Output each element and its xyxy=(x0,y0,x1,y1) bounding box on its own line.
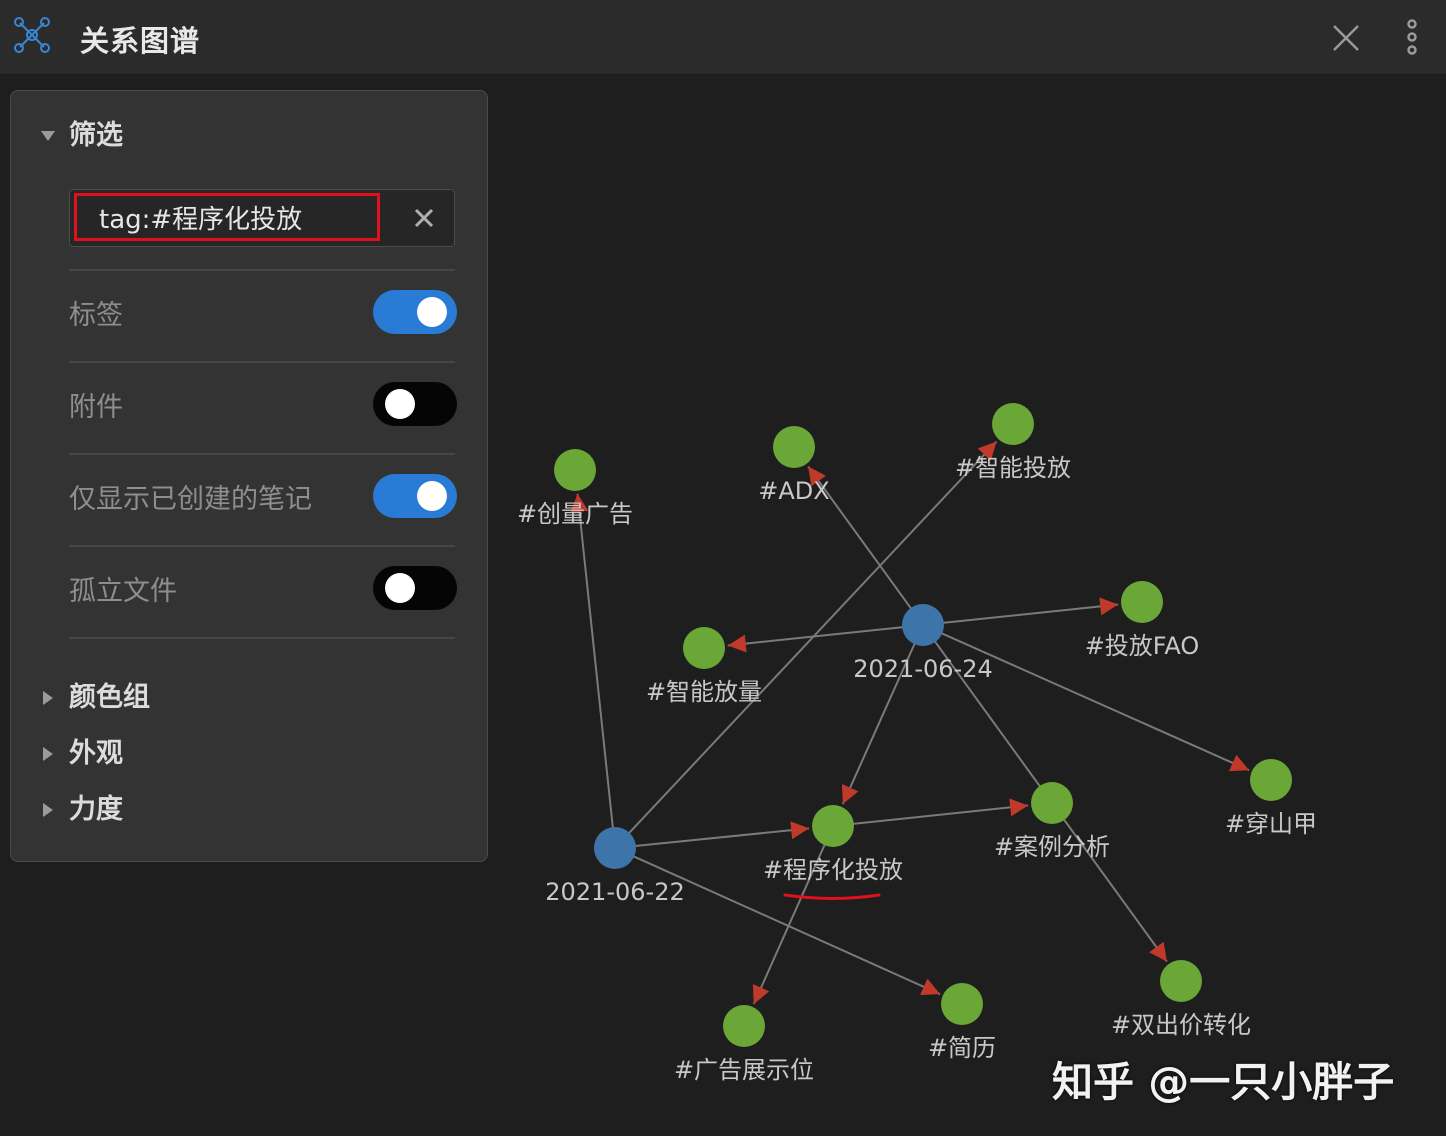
divider xyxy=(69,545,455,547)
title-bar: 关系图谱 xyxy=(0,0,1446,75)
more-vertical-icon[interactable] xyxy=(1398,16,1426,58)
graph-node-t_csj[interactable] xyxy=(1250,759,1292,801)
graph-node-t_znfl[interactable] xyxy=(683,627,725,669)
expand-arrow-icon xyxy=(43,691,53,705)
option-label-attachments: 附件 xyxy=(69,392,123,423)
graph-node-label: #创量广告 xyxy=(517,500,633,528)
graph-node-t_jl[interactable] xyxy=(941,983,983,1025)
graph-node-label: #ADX xyxy=(758,477,829,505)
toggle-orphans[interactable] xyxy=(373,566,457,610)
search-box xyxy=(69,189,455,247)
toggle-attachments[interactable] xyxy=(373,382,457,426)
graph-node-t_ggzsw[interactable] xyxy=(723,1005,765,1047)
graph-node-t_cxhtf[interactable] xyxy=(812,805,854,847)
graph-edge xyxy=(852,798,1029,825)
graph-node-label: #广告展示位 xyxy=(674,1056,814,1084)
graph-node-label: #投放FAO xyxy=(1085,632,1200,660)
clear-x-icon[interactable] xyxy=(410,204,438,232)
filter-section-label: 筛选 xyxy=(69,120,123,151)
collapse-arrow-icon xyxy=(41,131,55,141)
filter-search-input[interactable] xyxy=(74,193,380,241)
option-label-orphans: 孤立文件 xyxy=(69,576,177,607)
divider xyxy=(69,361,455,363)
graph-node-t_zntf[interactable] xyxy=(992,403,1034,445)
close-icon[interactable] xyxy=(1328,20,1364,56)
graph-edge xyxy=(942,597,1119,624)
graph-node-t_cyggg[interactable] xyxy=(554,449,596,491)
graph-node-t_alfx[interactable] xyxy=(1031,782,1073,824)
graph-network-icon xyxy=(14,17,50,53)
graph-node-label: #智能投放 xyxy=(955,454,1071,482)
option-label-tags: 标签 xyxy=(69,300,123,331)
option-label-existing-notes: 仅显示已创建的笔记 xyxy=(69,484,312,515)
filter-panel: 筛选 标签 附件 仅显示已创建的笔记 孤立文件 颜色组 外观 力度 xyxy=(10,90,488,862)
graph-node-label: #简历 xyxy=(928,1034,996,1062)
graph-edge xyxy=(634,821,810,847)
expand-arrow-icon xyxy=(43,803,53,817)
watermark: 知乎 @一只小胖子 xyxy=(1052,1058,1395,1106)
toggle-existing-notes[interactable] xyxy=(373,474,457,518)
graph-node-n0624[interactable] xyxy=(902,604,944,646)
graph-node-label: #程序化投放 xyxy=(763,856,903,884)
graph-node-t_sczh[interactable] xyxy=(1160,960,1202,1002)
toggle-knob xyxy=(385,573,415,603)
divider xyxy=(69,453,455,455)
expand-arrow-icon xyxy=(43,747,53,761)
graph-edge xyxy=(570,493,614,829)
toggle-knob xyxy=(417,481,447,511)
graph-node-label: #智能放量 xyxy=(646,678,762,706)
section-label: 外观 xyxy=(69,738,123,769)
divider xyxy=(69,637,455,639)
graph-node-t_adx[interactable] xyxy=(773,426,815,468)
section-label: 颜色组 xyxy=(69,682,150,713)
graph-node-label: 2021-06-24 xyxy=(853,655,992,683)
graph-node-label: 2021-06-22 xyxy=(545,878,684,906)
window-title: 关系图谱 xyxy=(80,24,201,58)
graph-node-label: #双出价转化 xyxy=(1111,1011,1251,1039)
toggle-knob xyxy=(385,389,415,419)
graph-edge xyxy=(727,626,904,653)
graph-node-n0622[interactable] xyxy=(594,827,636,869)
section-label: 力度 xyxy=(69,794,123,825)
highlight-underline xyxy=(783,893,881,900)
graph-node-label: #穿山甲 xyxy=(1225,810,1317,838)
divider xyxy=(69,269,455,271)
graph-node-label: #案例分析 xyxy=(994,833,1110,861)
graph-node-t_tffao[interactable] xyxy=(1121,581,1163,623)
toggle-knob xyxy=(417,297,447,327)
toggle-tags[interactable] xyxy=(373,290,457,334)
